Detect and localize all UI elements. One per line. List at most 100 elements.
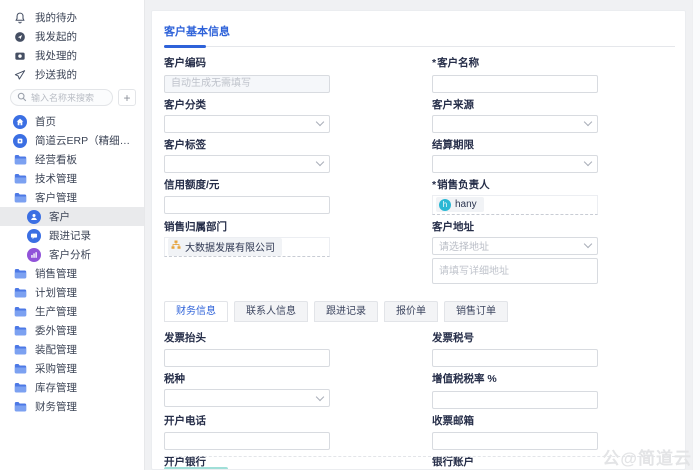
sidebar-item-my-processed[interactable]: 我处理的 — [0, 46, 144, 65]
tax-type-select[interactable] — [164, 389, 330, 407]
search-box[interactable] — [10, 89, 113, 106]
tab-sales-order[interactable]: 销售订单 — [444, 300, 508, 322]
sidebar-folder-outsourcing[interactable]: 委外管理 — [0, 321, 144, 340]
tab-contact-info[interactable]: 联系人信息 — [234, 300, 308, 322]
subform-divider — [164, 456, 675, 457]
field-customer-tag: 客户标签 — [164, 139, 330, 173]
department-name: 大数据发展有限公司 — [185, 243, 275, 254]
account-phone-input[interactable] — [164, 432, 330, 450]
chevron-down-icon — [315, 157, 325, 167]
sidebar-item-my-todo[interactable]: 我的待办 — [0, 8, 144, 27]
tab-quotation[interactable]: 报价单 — [384, 300, 438, 322]
sidebar-item-my-initiated[interactable]: 我发起的 — [0, 27, 144, 46]
folder-icon — [13, 286, 27, 300]
sidebar-item-label: 客户管理 — [35, 192, 77, 204]
sidebar-folder-production[interactable]: 生产管理 — [0, 302, 144, 321]
watermark: 公@ 简道云 — [602, 444, 692, 469]
field-label: 客户地址 — [432, 220, 474, 233]
avatar: h — [439, 198, 451, 211]
sidebar-item-customer[interactable]: 客户 — [0, 207, 144, 226]
basic-info-grid: 客户编码 *客户名称 客户分类 客户来源 客 — [164, 57, 675, 295]
chevron-down-icon — [315, 117, 325, 127]
watermark-logo-icon: 公@ — [602, 449, 638, 468]
sidebar-item-label: 经营看板 — [35, 154, 77, 166]
sidebar-item-label: 简道云ERP（精细版-离散MTO）「... — [35, 135, 139, 147]
customer-category-select[interactable] — [164, 114, 330, 133]
field-sales-owner: *销售负责人 h hany — [432, 179, 598, 215]
sidebar-item-customer-analysis[interactable]: 客户分析 — [0, 245, 144, 264]
customer-tag-select[interactable] — [164, 154, 330, 173]
address-detail-textarea[interactable] — [432, 257, 598, 284]
department-chip[interactable]: 大数据发展有限公司 — [168, 237, 282, 256]
settlement-term-select[interactable] — [432, 154, 598, 173]
tab-followup-records[interactable]: 跟进记录 — [314, 300, 378, 322]
field-label: 信用额度/元 — [164, 178, 220, 191]
field-customer-code: 客户编码 — [164, 57, 330, 93]
sidebar-folder-inventory[interactable]: 库存管理 — [0, 378, 144, 397]
field-label: 客户编码 — [164, 57, 206, 69]
credit-limit-input[interactable] — [164, 196, 330, 214]
field-label: 发票税号 — [432, 331, 474, 344]
sidebar-item-home[interactable]: 首页 — [0, 112, 144, 131]
sidebar-folder-procurement[interactable]: 采购管理 — [0, 359, 144, 378]
chevron-down-icon — [315, 392, 325, 401]
sidebar-folder-customer-mgmt[interactable]: 客户管理 — [0, 188, 144, 207]
sidebar-item-label: 装配管理 — [35, 344, 77, 356]
sidebar-folder-dashboard[interactable]: 经营看板 — [0, 150, 144, 169]
sidebar-folder-tech[interactable]: 技术管理 — [0, 169, 144, 188]
field-label: 客户分类 — [164, 98, 206, 111]
folder-icon — [13, 324, 27, 338]
sidebar-item-label: 我发起的 — [35, 31, 77, 43]
add-app-button[interactable]: + — [118, 89, 136, 106]
field-settlement-term: 结算期限 — [432, 139, 598, 173]
paper-plane-icon — [13, 68, 27, 82]
customer-icon — [27, 209, 41, 224]
sidebar-item-erp-app[interactable]: 简道云ERP（精细版-离散MTO）「... — [0, 131, 144, 150]
sidebar-folder-planning[interactable]: 计划管理 — [0, 283, 144, 302]
invoice-tax-no-input[interactable] — [432, 349, 598, 367]
customer-name-input[interactable] — [432, 74, 598, 93]
chevron-down-icon — [583, 239, 593, 249]
tab-finance-info[interactable]: 财务信息 — [164, 300, 228, 322]
customer-source-select[interactable] — [432, 114, 598, 133]
invoice-title-input[interactable] — [164, 349, 330, 367]
sidebar-item-label: 计划管理 — [35, 287, 77, 299]
member-chip[interactable]: h hany — [436, 197, 484, 212]
home-icon — [13, 114, 27, 129]
field-customer-name: *客户名称 — [432, 57, 598, 93]
finance-info-grid: 发票抬头 发票税号 税种 增值税税率 % 开户电话 收票邮箱 开户银行 银行账户 — [164, 332, 675, 470]
sidebar: 我的待办 我发起的 我处理的 抄送我的 + 首页 — [0, 0, 145, 470]
field-account-phone: 开户电话 — [164, 414, 330, 450]
sidebar-folder-sales[interactable]: 销售管理 — [0, 264, 144, 283]
main-content: 客户基本信息 客户编码 *客户名称 客户分类 客户来源 — [145, 0, 700, 470]
sidebar-search-row: + — [0, 84, 144, 112]
scrollbar-track[interactable] — [692, 0, 700, 470]
sidebar-item-followup-records[interactable]: 跟进记录 — [0, 226, 144, 245]
sidebar-item-label: 技术管理 — [35, 173, 77, 185]
folder-icon — [13, 267, 27, 281]
field-credit-limit: 信用额度/元 — [164, 179, 330, 215]
partial-button-edge — [164, 467, 228, 469]
sidebar-folder-finance[interactable]: 财务管理 — [0, 397, 144, 416]
address-select[interactable]: 请选择地址 — [432, 236, 598, 255]
field-customer-address: 客户地址 请选择地址 — [432, 221, 598, 289]
sales-department-picker[interactable]: 大数据发展有限公司 — [164, 236, 330, 257]
sidebar-item-label: 生产管理 — [35, 306, 77, 318]
field-label: 发票抬头 — [164, 331, 206, 344]
org-tree-icon — [171, 240, 181, 253]
sidebar-item-cc-to-me[interactable]: 抄送我的 — [0, 65, 144, 84]
folder-icon — [13, 172, 27, 186]
search-icon — [17, 89, 27, 107]
field-tax-type: 税种 — [164, 373, 330, 409]
sidebar-search-input[interactable] — [31, 92, 106, 103]
field-label: 开户电话 — [164, 414, 206, 427]
customer-code-input — [164, 74, 330, 93]
field-label: 收票邮箱 — [432, 414, 474, 427]
initiated-icon — [13, 30, 27, 44]
sales-owner-picker[interactable]: h hany — [432, 194, 598, 215]
vat-rate-input[interactable] — [432, 390, 598, 409]
field-label: 销售归属部门 — [164, 220, 227, 233]
sidebar-folder-assembly[interactable]: 装配管理 — [0, 340, 144, 359]
sidebar-item-label: 财务管理 — [35, 401, 77, 413]
invoice-email-input[interactable] — [432, 432, 598, 450]
